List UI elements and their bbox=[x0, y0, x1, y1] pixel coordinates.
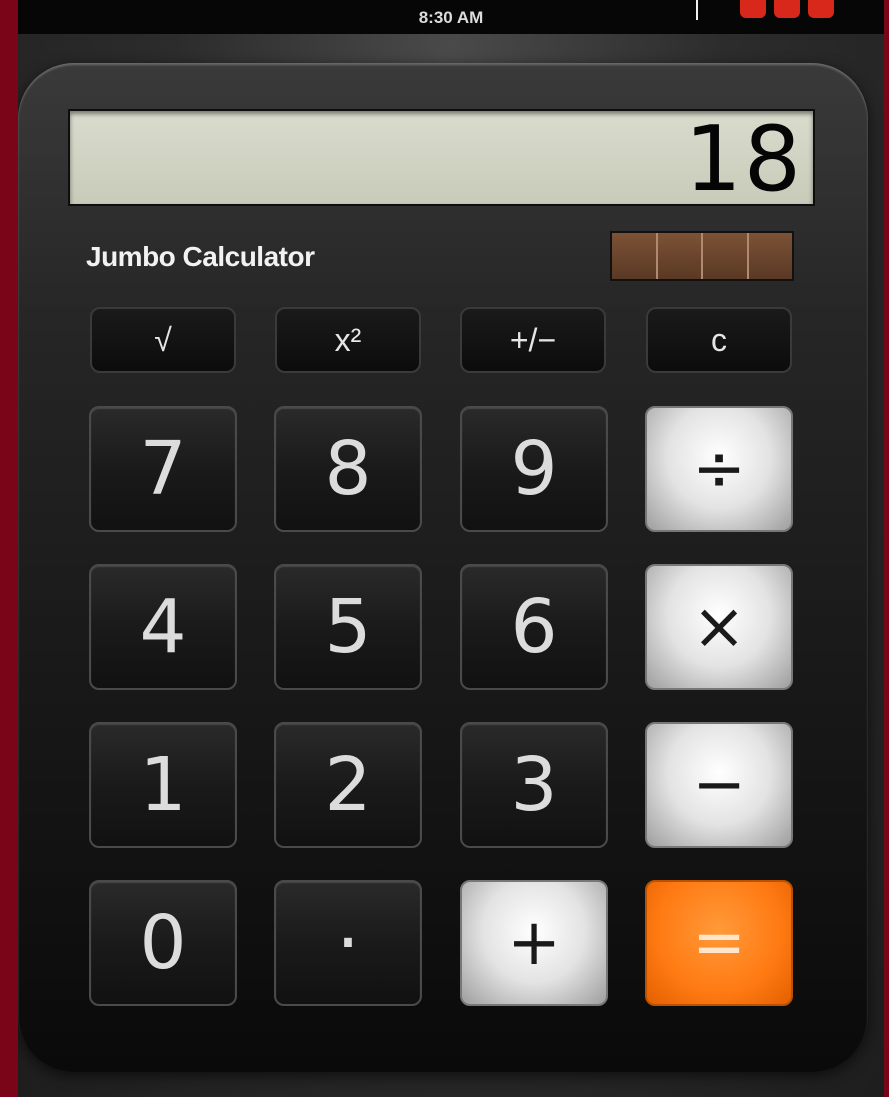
divide-button[interactable]: ÷ bbox=[645, 406, 793, 532]
key-5[interactable]: 5 bbox=[274, 564, 422, 690]
sqrt-button[interactable]: √ bbox=[90, 307, 236, 373]
status-bar: 8:30 AM bbox=[18, 0, 884, 34]
multiply-button[interactable]: × bbox=[645, 564, 793, 690]
negate-button[interactable]: +/− bbox=[460, 307, 606, 373]
display-panel: 18 bbox=[68, 107, 815, 212]
key-1[interactable]: 1 bbox=[89, 722, 237, 848]
brand-label: Jumbo Calculator bbox=[86, 241, 315, 272]
equals-button[interactable]: = bbox=[645, 880, 793, 1006]
key-7[interactable]: 7 bbox=[89, 406, 237, 532]
display-value: 18 bbox=[684, 107, 803, 212]
corner-decoration bbox=[740, 0, 834, 18]
status-divider bbox=[696, 0, 698, 20]
calculator-screen: 8:30 AM 18 Jumbo Calculator √ x² +/− c 7… bbox=[18, 0, 884, 1097]
key-9[interactable]: 9 bbox=[460, 406, 608, 532]
subtract-button[interactable]: − bbox=[645, 722, 793, 848]
add-button[interactable]: + bbox=[460, 880, 608, 1006]
key-8[interactable]: 8 bbox=[274, 406, 422, 532]
square-button[interactable]: x² bbox=[275, 307, 421, 373]
calculator-body: 18 Jumbo Calculator √ x² +/− c 7 8 9 ÷ 4… bbox=[18, 63, 868, 1072]
key-6[interactable]: 6 bbox=[460, 564, 608, 690]
key-3[interactable]: 3 bbox=[460, 722, 608, 848]
key-2[interactable]: 2 bbox=[274, 722, 422, 848]
clear-button[interactable]: c bbox=[646, 307, 792, 373]
decimal-button[interactable]: · bbox=[274, 880, 422, 1006]
solar-panel bbox=[610, 231, 794, 281]
key-0[interactable]: 0 bbox=[89, 880, 237, 1006]
key-4[interactable]: 4 bbox=[89, 564, 237, 690]
